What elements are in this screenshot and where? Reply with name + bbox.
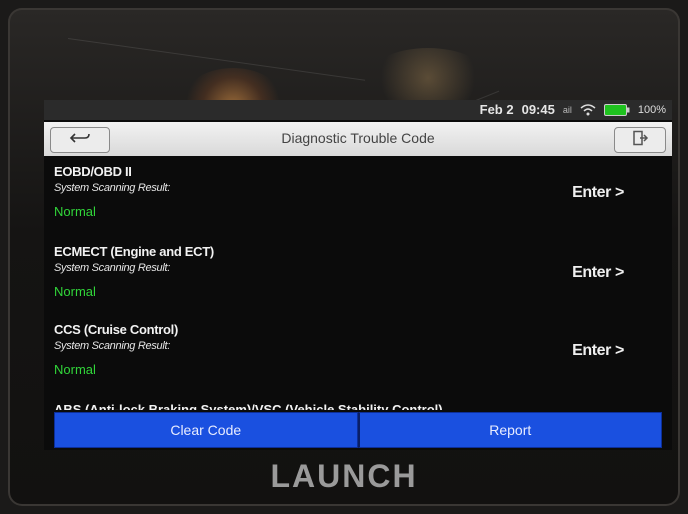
system-list: EOBD/OBD II System Scanning Result: Norm…: [44, 160, 672, 410]
exit-button[interactable]: [614, 127, 666, 153]
title-bar: Diagnostic Trouble Code: [44, 122, 672, 156]
scan-result-label: System Scanning Result:: [54, 340, 170, 352]
list-item: CCS (Cruise Control) System Scanning Res…: [44, 318, 672, 396]
report-button[interactable]: Report: [357, 412, 662, 448]
status-bar: Feb 2 09:45 ail 100%: [44, 100, 672, 120]
scan-result-label: System Scanning Result:: [54, 182, 170, 194]
system-name: EOBD/OBD II: [54, 164, 132, 179]
brand-logo: LAUNCH: [270, 458, 418, 494]
enter-button[interactable]: Enter >: [572, 184, 624, 202]
scan-result-label: System Scanning Result:: [54, 262, 170, 274]
scan-tool-device: Feb 2 09:45 ail 100% Diagnostic Trouble …: [8, 8, 680, 506]
scan-status: Normal: [54, 204, 96, 219]
battery-icon: [603, 103, 630, 116]
list-item: EOBD/OBD II System Scanning Result: Norm…: [44, 160, 672, 238]
exit-icon: [631, 130, 649, 151]
status-date: Feb 2: [479, 102, 514, 117]
scan-status: Normal: [54, 362, 96, 377]
list-item: ECMECT (Engine and ECT) System Scanning …: [44, 240, 672, 318]
clear-code-button[interactable]: Clear Code: [54, 412, 358, 448]
page-title: Diagnostic Trouble Code: [281, 130, 435, 146]
system-name: ECMECT (Engine and ECT): [54, 244, 214, 259]
light-glare-2: [368, 48, 488, 108]
status-time: 09:45: [521, 102, 555, 117]
enter-button[interactable]: Enter >: [572, 342, 624, 360]
signal-indicator: ail: [562, 104, 572, 115]
wifi-icon: [580, 103, 596, 116]
bottom-action-bar: Clear Code Report: [54, 412, 662, 448]
enter-button[interactable]: Enter >: [572, 264, 624, 282]
system-name: CCS (Cruise Control): [54, 322, 179, 337]
partial-list-item[interactable]: ABS (Anti-lock Braking System)/VSC (Vehi…: [54, 402, 443, 410]
battery-percentage: 100%: [637, 103, 666, 116]
screen: Feb 2 09:45 ail 100% Diagnostic Trouble …: [44, 100, 672, 450]
scan-status: Normal: [54, 284, 96, 299]
